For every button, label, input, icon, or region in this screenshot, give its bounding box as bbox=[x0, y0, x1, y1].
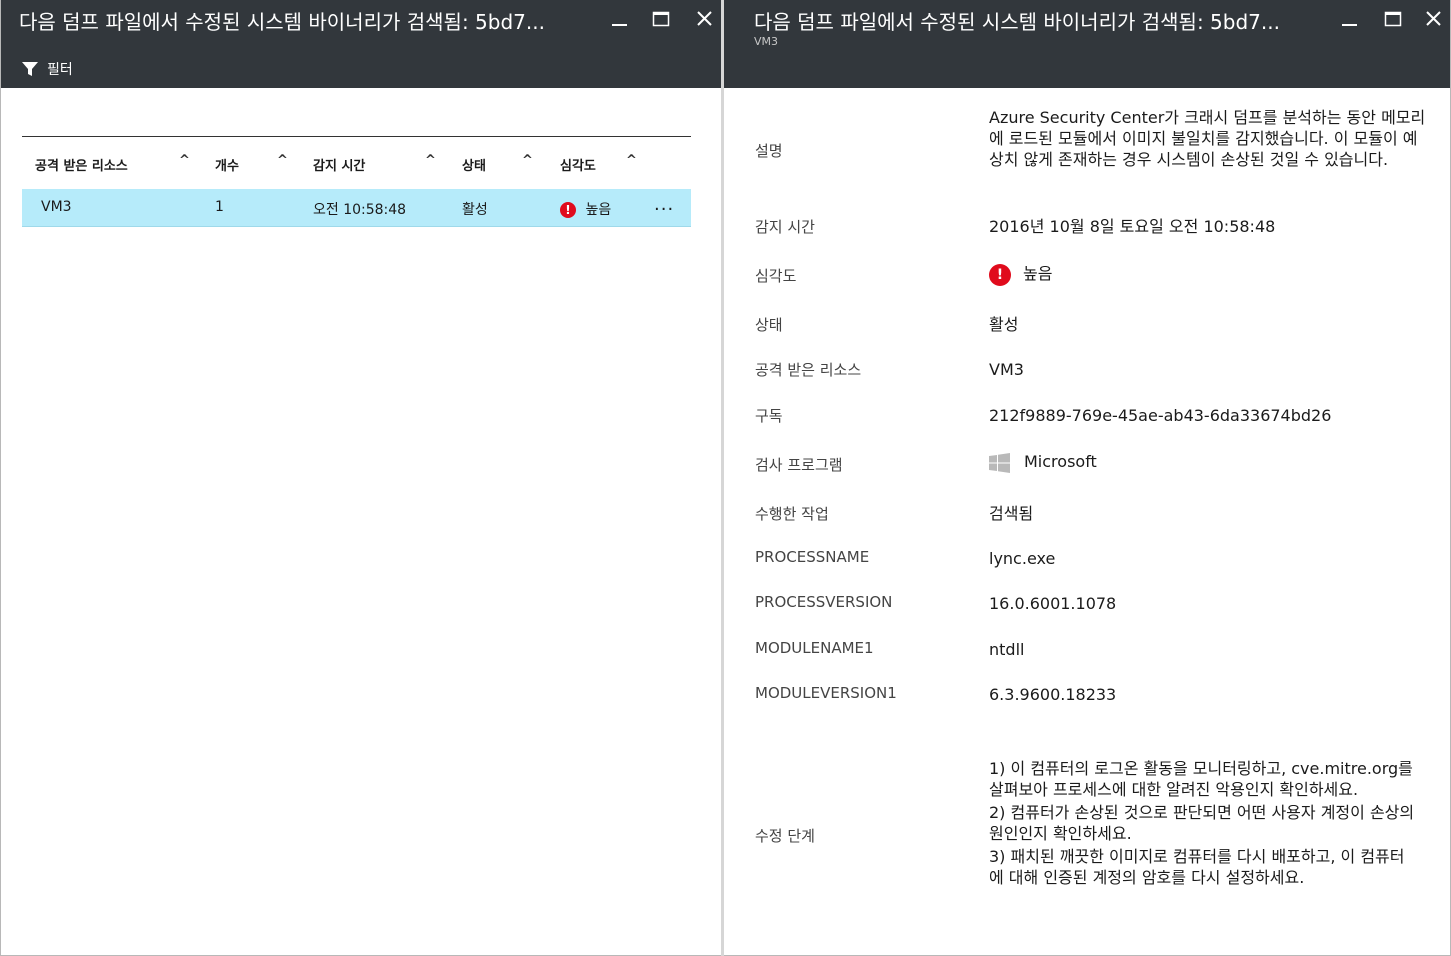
column-header-detected-time[interactable]: 감지 시간 bbox=[313, 155, 365, 174]
table-row[interactable]: VM3 1 오전 10:58:48 활성 ! 높음 ... bbox=[22, 189, 691, 227]
minimize-icon bbox=[612, 24, 627, 26]
blade-header: 다음 덤프 파일에서 수정된 시스템 바이너리가 검색됨: 5bd7... 필터 bbox=[1, 0, 721, 88]
value-state: 활성 bbox=[989, 315, 1019, 334]
sort-icon[interactable]: ^ bbox=[626, 153, 637, 168]
filter-label: 필터 bbox=[47, 62, 73, 78]
value-description: Azure Security Center가 크래시 덤프를 분석하는 동안 메… bbox=[989, 108, 1426, 169]
remediation-step: 1) 이 컴퓨터의 로그온 활동을 모니터링하고, cve.mitre.org를… bbox=[989, 759, 1413, 799]
filter-icon bbox=[22, 62, 38, 76]
blade-header: 다음 덤프 파일에서 수정된 시스템 바이너리가 검색됨: 5bd7... VM… bbox=[724, 0, 1450, 88]
label-resource: 공격 받은 리소스 bbox=[755, 361, 862, 379]
label-remediation-steps: 수정 단계 bbox=[755, 827, 815, 845]
remediation-step: 3) 패치된 깨끗한 이미지로 컴퓨터를 다시 배포하고, 이 컴퓨터에 대해 … bbox=[989, 847, 1405, 887]
label-severity: 심각도 bbox=[755, 267, 797, 285]
label-moduleversion: MODULEVERSION1 bbox=[755, 684, 897, 702]
close-icon bbox=[1426, 11, 1441, 26]
sort-icon[interactable]: ^ bbox=[277, 153, 288, 168]
cell-severity: ! 높음 bbox=[560, 199, 611, 219]
reporter-text: Microsoft bbox=[1024, 452, 1097, 471]
label-detected-time: 감지 시간 bbox=[755, 218, 815, 236]
cell-time: 오전 10:58:48 bbox=[313, 202, 407, 218]
column-header-severity[interactable]: 심각도 bbox=[560, 155, 596, 174]
value-subscription: 212f9889-769e-45ae-ab43-6da33674bd26 bbox=[989, 406, 1332, 425]
close-icon bbox=[697, 11, 712, 26]
label-state: 상태 bbox=[755, 316, 783, 334]
minimize-icon bbox=[1342, 24, 1357, 26]
severity-text: 높음 bbox=[1023, 264, 1053, 283]
alert-list-blade: 다음 덤프 파일에서 수정된 시스템 바이너리가 검색됨: 5bd7... 필터… bbox=[0, 0, 721, 956]
blade-subtitle: VM3 bbox=[754, 35, 779, 48]
label-processversion: PROCESSVERSION bbox=[755, 593, 893, 611]
remediation-step: 2) 컴퓨터가 손상된 것으로 판단되면 어떤 사용자 계정이 손상의 원인인지… bbox=[989, 803, 1415, 843]
cell-count: 1 bbox=[215, 199, 224, 215]
error-icon: ! bbox=[560, 202, 576, 218]
value-remediation-steps: 1) 이 컴퓨터의 로그온 활동을 모니터링하고, cve.mitre.org를… bbox=[989, 758, 1419, 890]
sort-icon[interactable]: ^ bbox=[179, 153, 190, 168]
value-modulename: ntdll bbox=[989, 640, 1025, 659]
label-reporter: 검사 프로그램 bbox=[755, 456, 843, 474]
windows-logo-icon bbox=[989, 452, 1010, 473]
alert-details-blade: 다음 덤프 파일에서 수정된 시스템 바이너리가 검색됨: 5bd7... VM… bbox=[724, 0, 1451, 956]
label-action-taken: 수행한 작업 bbox=[755, 505, 829, 523]
column-header-resource[interactable]: 공격 받은 리소스 bbox=[35, 155, 128, 174]
cell-resource: VM3 bbox=[41, 199, 72, 215]
minimize-button[interactable] bbox=[608, 6, 632, 32]
sort-icon[interactable]: ^ bbox=[425, 153, 436, 168]
label-processname: PROCESSNAME bbox=[755, 548, 870, 566]
value-processversion: 16.0.6001.1078 bbox=[989, 594, 1117, 613]
blade-title: 다음 덤프 파일에서 수정된 시스템 바이너리가 검색됨: 5bd7... bbox=[19, 10, 545, 34]
value-processname: lync.exe bbox=[989, 549, 1056, 568]
value-severity: ! 높음 bbox=[989, 263, 1429, 286]
value-resource: VM3 bbox=[989, 360, 1024, 379]
error-icon: ! bbox=[989, 263, 1011, 286]
alerts-grid: 공격 받은 리소스 ^ 개수 ^ 감지 시간 ^ 상태 ^ 심각도 ^ VM3 … bbox=[22, 136, 691, 227]
more-options-button[interactable]: ... bbox=[654, 194, 674, 215]
close-button[interactable] bbox=[1422, 6, 1446, 32]
column-header-state[interactable]: 상태 bbox=[462, 155, 486, 174]
blade-title: 다음 덤프 파일에서 수정된 시스템 바이너리가 검색됨: 5bd7... bbox=[754, 10, 1280, 34]
grid-header: 공격 받은 리소스 ^ 개수 ^ 감지 시간 ^ 상태 ^ 심각도 ^ bbox=[22, 137, 691, 189]
sort-icon[interactable]: ^ bbox=[522, 153, 533, 168]
filter-button[interactable]: 필터 bbox=[21, 58, 73, 80]
value-moduleversion: 6.3.9600.18233 bbox=[989, 685, 1117, 704]
label-modulename: MODULENAME1 bbox=[755, 639, 874, 657]
maximize-button[interactable] bbox=[1381, 6, 1405, 32]
close-button[interactable] bbox=[693, 6, 717, 32]
maximize-button[interactable] bbox=[649, 6, 673, 32]
severity-text: 높음 bbox=[585, 202, 612, 218]
value-action-taken: 검색됨 bbox=[989, 504, 1034, 523]
minimize-button[interactable] bbox=[1338, 6, 1362, 32]
column-header-count[interactable]: 개수 bbox=[215, 155, 239, 174]
value-reporter: Microsoft bbox=[989, 451, 1429, 473]
value-detected-time: 2016년 10월 8일 토요일 오전 10:58:48 bbox=[989, 217, 1276, 236]
maximize-icon bbox=[652, 11, 670, 27]
maximize-icon bbox=[1384, 11, 1402, 27]
label-subscription: 구독 bbox=[755, 407, 783, 425]
label-description: 설명 bbox=[755, 142, 783, 160]
cell-state: 활성 bbox=[462, 202, 488, 218]
